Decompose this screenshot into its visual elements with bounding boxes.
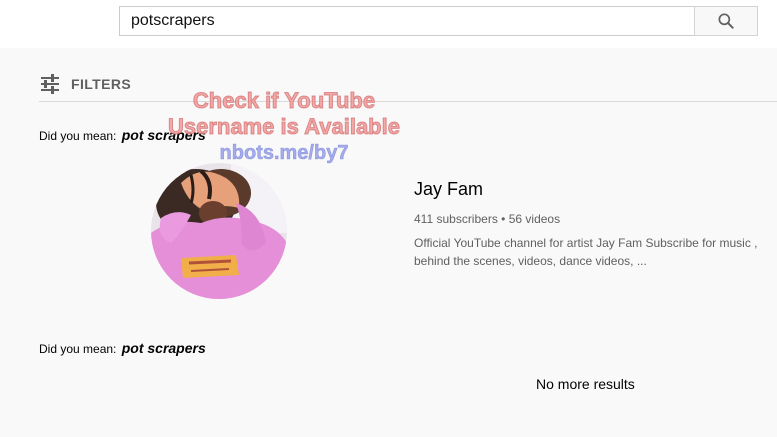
did-you-mean-prefix: Did you mean:: [39, 342, 117, 356]
search-input-end: [681, 6, 694, 36]
did-you-mean-suggestion-link[interactable]: pot scrapers: [122, 340, 206, 356]
filters-button[interactable]: FILTERS: [39, 72, 131, 96]
channel-avatar[interactable]: [151, 163, 287, 299]
meta-separator: •: [501, 212, 506, 226]
watermark: Check if YouTube Username is Available n…: [168, 88, 401, 166]
filter-sliders-icon: [41, 74, 59, 94]
search-button[interactable]: [694, 6, 758, 36]
search-icon: [718, 13, 734, 29]
subscriber-count: 411 subscribers: [414, 212, 498, 226]
channel-meta: 411 subscribers • 56 videos: [414, 212, 560, 226]
watermark-link: nbots.me/by7: [219, 142, 349, 165]
watermark-line-2: Username is Available: [168, 114, 401, 140]
filters-label: FILTERS: [71, 76, 132, 92]
watermark-line-1: Check if YouTube: [192, 88, 376, 114]
top-bar: [0, 0, 777, 48]
channel-name-link[interactable]: Jay Fam: [414, 179, 483, 200]
search-input[interactable]: [119, 6, 681, 36]
did-you-mean: Did you mean: pot scrapers: [39, 340, 206, 356]
did-you-mean-prefix: Did you mean:: [39, 129, 117, 143]
filters-divider: [39, 101, 777, 102]
no-more-results: No more results: [536, 376, 635, 392]
avatar-photo: [151, 163, 287, 299]
channel-description: Official YouTube channel for artist Jay …: [414, 236, 758, 268]
video-count: 56 videos: [508, 212, 561, 226]
